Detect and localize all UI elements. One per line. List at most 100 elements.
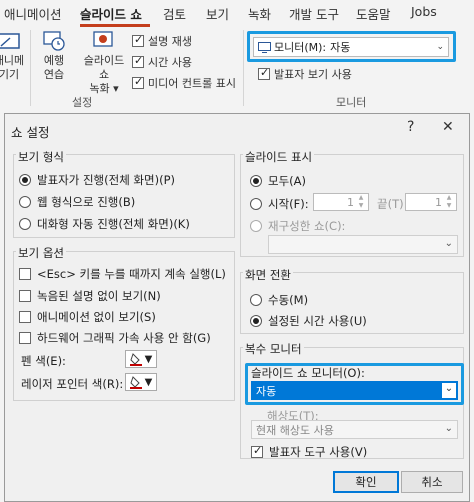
ribbon-separator (243, 30, 244, 106)
chevron-down-icon: ⌄ (444, 423, 453, 434)
laser-color-picker[interactable]: ▼ (125, 373, 157, 391)
use-timings-label: 시간 사용 (148, 56, 192, 69)
show-slides-title: 슬라이드 표시 (243, 149, 315, 165)
dialog-title: 쇼 설정 (11, 125, 50, 140)
animations-button[interactable]: 애니메 기기 (0, 30, 26, 82)
resolution-select[interactable]: 현재 해상도 사용 ⌄ (251, 420, 458, 439)
active-tab-underline (80, 24, 150, 27)
record-icon (93, 30, 115, 52)
record-line1: 슬라이드 쇼 (83, 54, 125, 81)
chevron-down-icon: ▼ (144, 376, 153, 388)
show-media-controls-check[interactable]: 미디어 컨트롤 표시 (132, 75, 236, 91)
spinner-arrows-icon[interactable]: ▲ ▼ (355, 194, 367, 210)
highlight-box (245, 363, 464, 405)
ribbon-presenter-view-check[interactable]: 발표자 보기 사용 (258, 66, 352, 82)
multiple-monitors-title: 복수 모니터 (243, 341, 304, 357)
tab-animations[interactable]: 애니메이션 (4, 4, 62, 23)
radio[interactable] (250, 175, 262, 187)
rehearse-line1: 예행 (43, 54, 65, 67)
presented-by-speaker-option[interactable]: 발표자가 진행(전체 화면)(P) (19, 172, 175, 188)
browsed-by-individual-option[interactable]: 웹 형식으로 진행(B) (19, 194, 135, 210)
custom-show-option[interactable]: 재구성한 쇼(C): (250, 218, 345, 234)
show-type-title: 보기 형식 (16, 149, 66, 165)
tab-view[interactable]: 보기 (206, 4, 229, 23)
checkbox[interactable] (251, 444, 263, 458)
option-label: 수동(M) (268, 293, 309, 307)
option-label: 하드웨어 그래픽 가속 사용 안 함(G) (37, 331, 211, 345)
tab-review[interactable]: 검토 (163, 4, 186, 23)
option-label: 모두(A) (268, 174, 306, 188)
pen-color-picker[interactable]: ▼ (125, 350, 157, 368)
group-label-monitors: 모니터 (336, 96, 367, 109)
ok-button[interactable]: 확인 (333, 471, 399, 493)
to-spinner[interactable]: 1 ▲ ▼ (405, 193, 457, 211)
spinner-arrows-icon[interactable]: ▲ ▼ (443, 194, 455, 210)
tab-jobs[interactable]: Jobs (411, 4, 437, 19)
checkbox[interactable] (132, 33, 144, 47)
tab-developer[interactable]: 개발 도구 (289, 4, 339, 23)
laser-color-label: 레이저 포인터 색(R): (21, 377, 124, 391)
custom-show-select[interactable]: ⌄ (268, 235, 458, 254)
from-spinner[interactable]: 1 ▲ ▼ (313, 193, 369, 211)
radio[interactable] (250, 220, 262, 232)
radio[interactable] (19, 174, 31, 186)
option-label: 발표자 도구 사용(V) (269, 445, 368, 459)
browsed-at-kiosk-option[interactable]: 대화형 자동 진행(전체 화면)(K) (19, 216, 190, 232)
presenter-view-label: 발표자 보기 사용 (274, 68, 352, 81)
radio[interactable] (19, 218, 31, 230)
radio[interactable] (250, 315, 262, 327)
checkbox[interactable] (258, 66, 270, 80)
checkbox[interactable] (19, 311, 31, 323)
loop-until-esc-check[interactable]: <Esc> 키를 누를 때까지 계속 실행(L) (19, 266, 226, 282)
tab-help[interactable]: 도움말 (356, 4, 391, 23)
group-label-setup: 설정 (72, 96, 93, 109)
slide-icon (0, 30, 20, 52)
to-value: 1 (435, 195, 442, 209)
help-button[interactable]: ? (407, 119, 414, 135)
close-button[interactable]: ✕ (442, 119, 454, 135)
show-without-animation-check[interactable]: 애니메이션 없이 보기(S) (19, 309, 156, 325)
tab-slide-show[interactable]: 슬라이드 쇼 (80, 4, 142, 23)
checkbox[interactable] (19, 290, 31, 302)
option-label: 재구성한 쇼(C): (268, 219, 346, 233)
option-label: 발표자가 진행(전체 화면)(P) (37, 173, 175, 187)
highlight-box (247, 31, 456, 62)
checkbox[interactable] (19, 332, 31, 344)
pen-color-label: 펜 색(E): (21, 354, 66, 368)
option-label: 시작(F): (268, 197, 309, 211)
disable-hw-acceleration-check[interactable]: 하드웨어 그래픽 가속 사용 안 함(G) (19, 330, 211, 346)
use-timings-option[interactable]: 설정된 시간 사용(U) (250, 313, 367, 329)
ribbon: 애니메이션 슬라이드 쇼 검토 보기 녹화 개발 도구 도움말 Jobs 애니메… (0, 0, 474, 112)
media-controls-label: 미디어 컨트롤 표시 (148, 77, 236, 90)
option-label: 웹 형식으로 진행(B) (37, 195, 136, 209)
all-slides-option[interactable]: 모두(A) (250, 173, 306, 189)
play-narrations-check[interactable]: 설명 재생 (132, 33, 192, 49)
show-options-title: 보기 옵션 (16, 245, 66, 261)
option-label: 대화형 자동 진행(전체 화면)(K) (37, 217, 190, 231)
chevron-down-icon: ⌄ (444, 238, 453, 249)
show-without-narration-check[interactable]: 녹음된 설명 없이 보기(N) (19, 288, 161, 304)
use-timings-check[interactable]: 시간 사용 (132, 54, 192, 70)
tab-record[interactable]: 녹화 (248, 4, 271, 23)
option-label: 설정된 시간 사용(U) (268, 314, 367, 328)
rehearse-line2: 연습 (43, 68, 65, 81)
from-value: 1 (347, 195, 354, 209)
manually-option[interactable]: 수동(M) (250, 292, 308, 308)
checkbox[interactable] (132, 54, 144, 68)
radio[interactable] (250, 294, 262, 306)
to-label: 끝(T): (377, 197, 408, 211)
use-presenter-view-check[interactable]: 발표자 도구 사용(V) (251, 444, 367, 460)
cancel-button[interactable]: 취소 (401, 471, 463, 493)
rehearse-timings-button[interactable]: 예행 연습 (34, 30, 74, 82)
record-slide-show-button[interactable]: 슬라이드 쇼 녹화 ▾ (80, 30, 128, 96)
stopwatch-icon (43, 30, 65, 52)
chevron-down-icon: ▼ (144, 353, 153, 365)
checkbox[interactable] (19, 268, 31, 280)
radio[interactable] (250, 198, 262, 210)
from-slides-option[interactable]: 시작(F): (250, 196, 309, 212)
checkbox[interactable] (132, 75, 144, 89)
paint-bucket-icon (129, 375, 142, 389)
set-up-show-dialog: 쇼 설정 ? ✕ 보기 형식 발표자가 진행(전체 화면)(P) 웹 형식으로 … (4, 113, 470, 502)
radio[interactable] (19, 196, 31, 208)
play-narrations-label: 설명 재생 (148, 35, 192, 48)
